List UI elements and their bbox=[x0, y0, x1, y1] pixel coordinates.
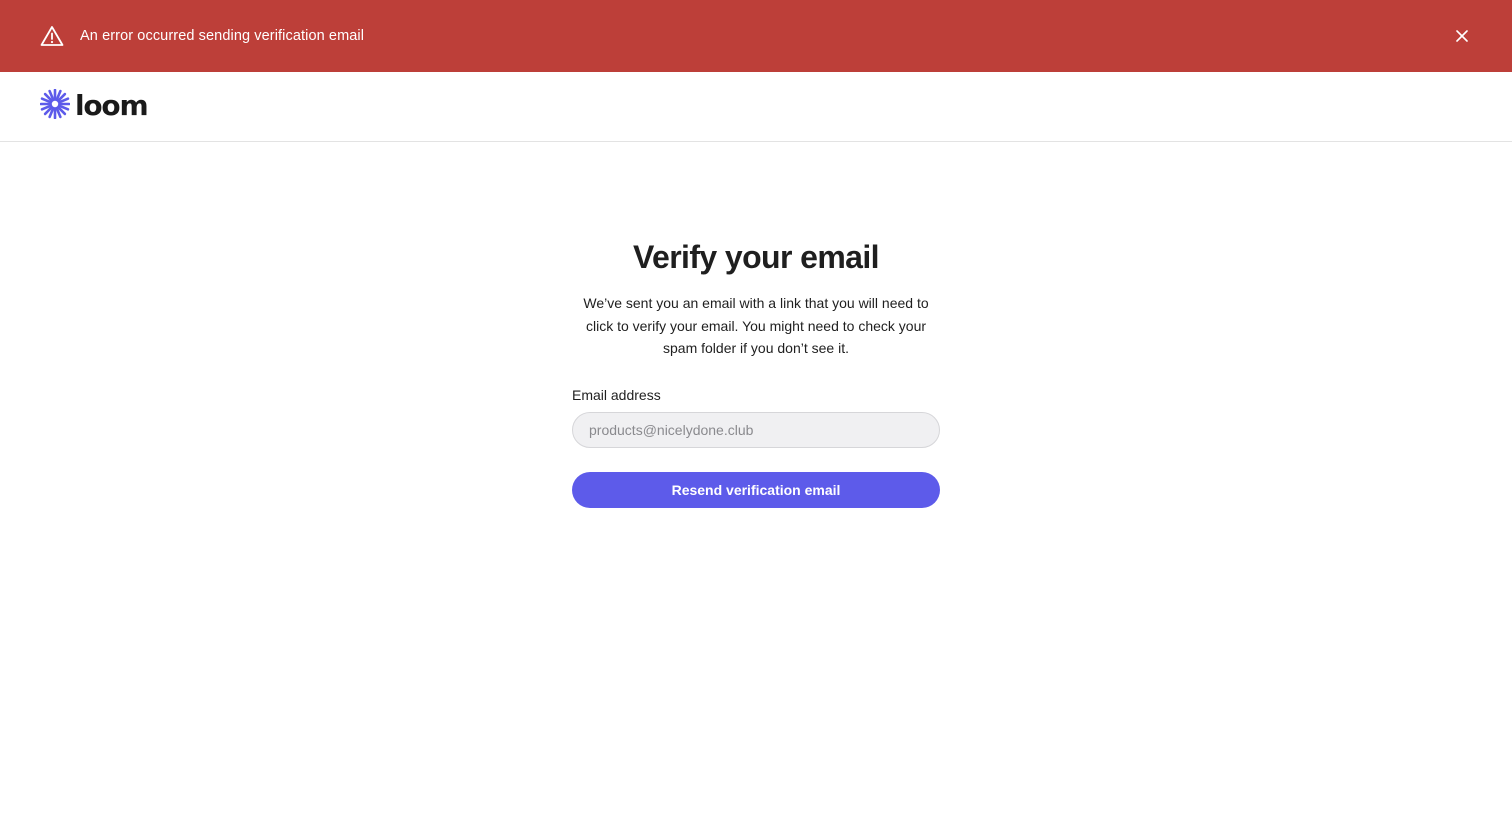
logo-wordmark: loom bbox=[75, 88, 149, 122]
warning-triangle-icon bbox=[40, 24, 64, 48]
verify-email-card: Verify your email We’ve sent you an emai… bbox=[572, 236, 940, 508]
resend-verification-button[interactable]: Resend verification email bbox=[572, 471, 940, 508]
error-message: An error occurred sending verification e… bbox=[80, 28, 365, 44]
email-field[interactable] bbox=[572, 411, 940, 448]
email-label: Email address bbox=[572, 386, 661, 403]
loom-logo[interactable]: loom bbox=[39, 88, 149, 124]
error-banner: An error occurred sending verification e… bbox=[0, 0, 1512, 72]
close-icon[interactable] bbox=[1452, 26, 1472, 46]
page-title: Verify your email bbox=[633, 239, 880, 275]
top-header: loom bbox=[0, 72, 1512, 142]
loom-burst-icon bbox=[39, 88, 71, 124]
page-description: We’ve sent you an email with a link that… bbox=[583, 295, 929, 356]
